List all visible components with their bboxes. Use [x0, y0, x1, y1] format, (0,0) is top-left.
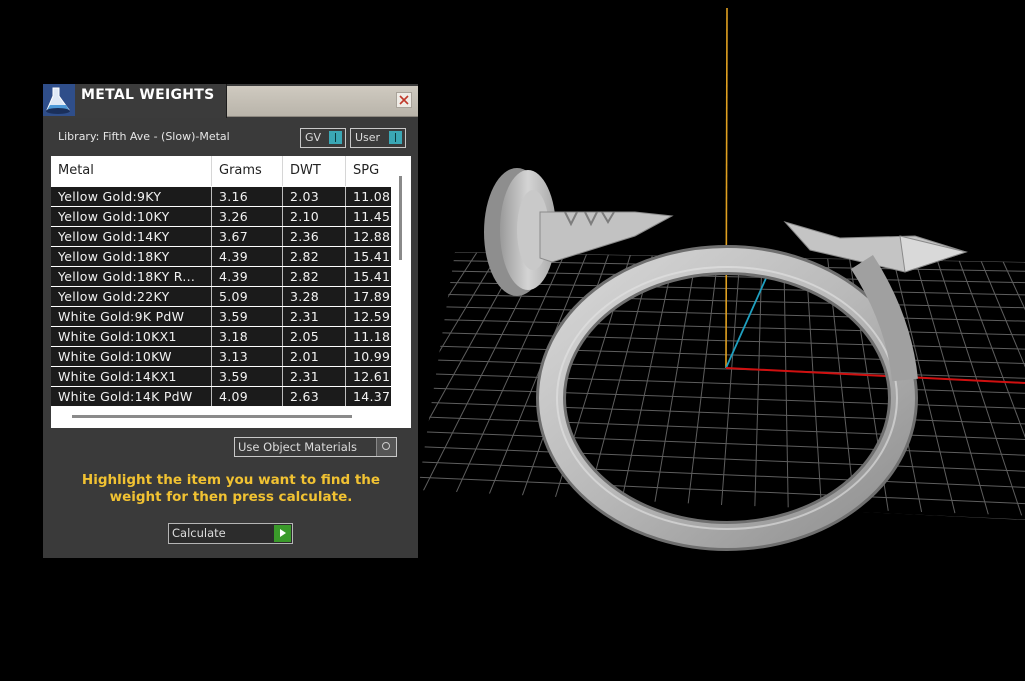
cell-metal: White Gold:14KX1: [51, 367, 212, 386]
table-row[interactable]: Yellow Gold:14KY 3.67 2.36 12.88: [51, 227, 391, 246]
user-toggle[interactable]: User: [350, 128, 406, 148]
y-axis: [725, 266, 772, 369]
x-axis: [725, 367, 1025, 384]
cell-spg: 11.45: [353, 209, 391, 224]
cell-metal: Yellow Gold:22KY: [51, 287, 212, 306]
cell-metal: White Gold:9K PdW: [51, 307, 212, 326]
cell-grams: 3.59: [212, 307, 283, 326]
panel-titlebar[interactable]: METAL WEIGHTS: [43, 84, 418, 118]
cell-spg: 11.08: [353, 189, 391, 204]
cell-spg: 15.41: [353, 249, 391, 264]
cell-metal: White Gold:10KW: [51, 347, 212, 366]
table-row[interactable]: White Gold:10KW 3.13 2.01 10.99: [51, 347, 391, 366]
cell-grams: 3.26: [212, 207, 283, 226]
column-header-metal[interactable]: Metal: [51, 156, 212, 186]
ring-model[interactable]: [484, 168, 968, 551]
metal-weights-flask-icon: [43, 84, 75, 116]
cell-spg: 12.88: [353, 229, 391, 244]
table-row[interactable]: White Gold:14K PdW 4.09 2.63 14.37: [51, 387, 391, 406]
column-header-grams[interactable]: Grams: [212, 156, 283, 186]
cell-metal: Yellow Gold:9KY: [51, 187, 212, 206]
cell-dwt: 2.31: [283, 367, 346, 386]
z-axis: [725, 7, 728, 369]
library-label: Library: Fifth Ave - (Slow)-Metal: [58, 130, 230, 143]
toggle-switch-icon: [329, 131, 342, 144]
table-header: Metal Grams DWT SPG: [51, 156, 391, 186]
cell-dwt: 2.03: [283, 187, 346, 206]
cell-dwt: 2.31: [283, 307, 346, 326]
cell-metal: Yellow Gold:10KY: [51, 207, 212, 226]
user-toggle-label: User: [355, 131, 381, 144]
cell-dwt: 2.82: [283, 247, 346, 266]
cell-dwt: 2.36: [283, 227, 346, 246]
cell-metal: White Gold:14K PdW: [51, 387, 212, 406]
cell-grams: 3.59: [212, 367, 283, 386]
cell-metal: Yellow Gold:18KY: [51, 247, 212, 266]
cell-dwt: 2.01: [283, 347, 346, 366]
metal-weights-panel: METAL WEIGHTS Library: Fifth Ave - (Slow…: [43, 84, 418, 558]
column-header-spg[interactable]: SPG: [346, 156, 391, 186]
table-row[interactable]: Yellow Gold:10KY 3.26 2.10 11.45: [51, 207, 391, 226]
cell-dwt: 2.82: [283, 267, 346, 286]
cell-dwt: 2.10: [283, 207, 346, 226]
cell-grams: 5.09: [212, 287, 283, 306]
table-row[interactable]: White Gold:10KX1 3.18 2.05 11.18: [51, 327, 391, 346]
cell-dwt: 3.28: [283, 287, 346, 306]
title-tab: METAL WEIGHTS: [43, 84, 227, 118]
close-icon: [399, 95, 409, 105]
cell-grams: 3.18: [212, 327, 283, 346]
cell-dwt: 2.05: [283, 327, 346, 346]
table-row[interactable]: Yellow Gold:18KY R... 4.39 2.82 15.41: [51, 267, 391, 286]
play-arrow-icon: [274, 525, 291, 542]
horizontal-scrollbar[interactable]: [72, 415, 352, 418]
panel-title: METAL WEIGHTS: [81, 87, 215, 103]
cell-grams: 4.09: [212, 387, 283, 406]
cell-dwt: 2.63: [283, 387, 346, 406]
gv-toggle[interactable]: GV: [300, 128, 346, 148]
cell-spg: 17.89: [353, 289, 391, 304]
cell-grams: 4.39: [212, 247, 283, 266]
cell-spg: 12.59: [353, 309, 391, 324]
cell-grams: 3.67: [212, 227, 283, 246]
close-button[interactable]: [396, 92, 412, 108]
cell-spg: 11.18: [353, 329, 391, 344]
metal-table: Metal Grams DWT SPG Yellow Gold:9KY 3.16 2…: [51, 156, 411, 428]
cell-grams: 3.13: [212, 347, 283, 366]
cell-grams: 4.39: [212, 267, 283, 286]
cell-metal: White Gold:10KX1: [51, 327, 212, 346]
cell-metal: Yellow Gold:14KY: [51, 227, 212, 246]
table-row[interactable]: Yellow Gold:22KY 5.09 3.28 17.89: [51, 287, 391, 306]
calculate-button[interactable]: Calculate: [168, 523, 293, 544]
table-row[interactable]: White Gold:9K PdW 3.59 2.31 12.59: [51, 307, 391, 326]
use-object-materials-option[interactable]: Use Object Materials: [234, 437, 397, 457]
vertical-scrollbar[interactable]: [399, 176, 402, 260]
gv-toggle-label: GV: [305, 131, 322, 144]
use-object-materials-label: Use Object Materials: [238, 440, 357, 454]
cell-spg: 10.99: [353, 349, 391, 364]
cell-metal: Yellow Gold:18KY R...: [51, 267, 212, 286]
toggle-switch-icon: [389, 131, 402, 144]
cell-spg: 12.61: [353, 369, 391, 384]
radio-icon: [376, 438, 396, 456]
cell-spg: 14.37: [353, 389, 391, 404]
column-header-dwt[interactable]: DWT: [283, 156, 346, 186]
titlebar-fill: [227, 86, 418, 117]
cell-spg: 15.41: [353, 269, 391, 284]
cell-grams: 3.16: [212, 187, 283, 206]
table-row[interactable]: Yellow Gold:18KY 4.39 2.82 15.41: [51, 247, 391, 266]
calculate-label: Calculate: [172, 526, 226, 540]
table-rows: Yellow Gold:9KY 3.16 2.03 11.08 Yellow Gold:…: [51, 187, 391, 407]
table-row[interactable]: White Gold:14KX1 3.59 2.31 12.61: [51, 367, 391, 386]
instructions-text: Highlight the item you want to find the …: [81, 472, 381, 505]
table-row[interactable]: Yellow Gold:9KY 3.16 2.03 11.08: [51, 187, 391, 206]
